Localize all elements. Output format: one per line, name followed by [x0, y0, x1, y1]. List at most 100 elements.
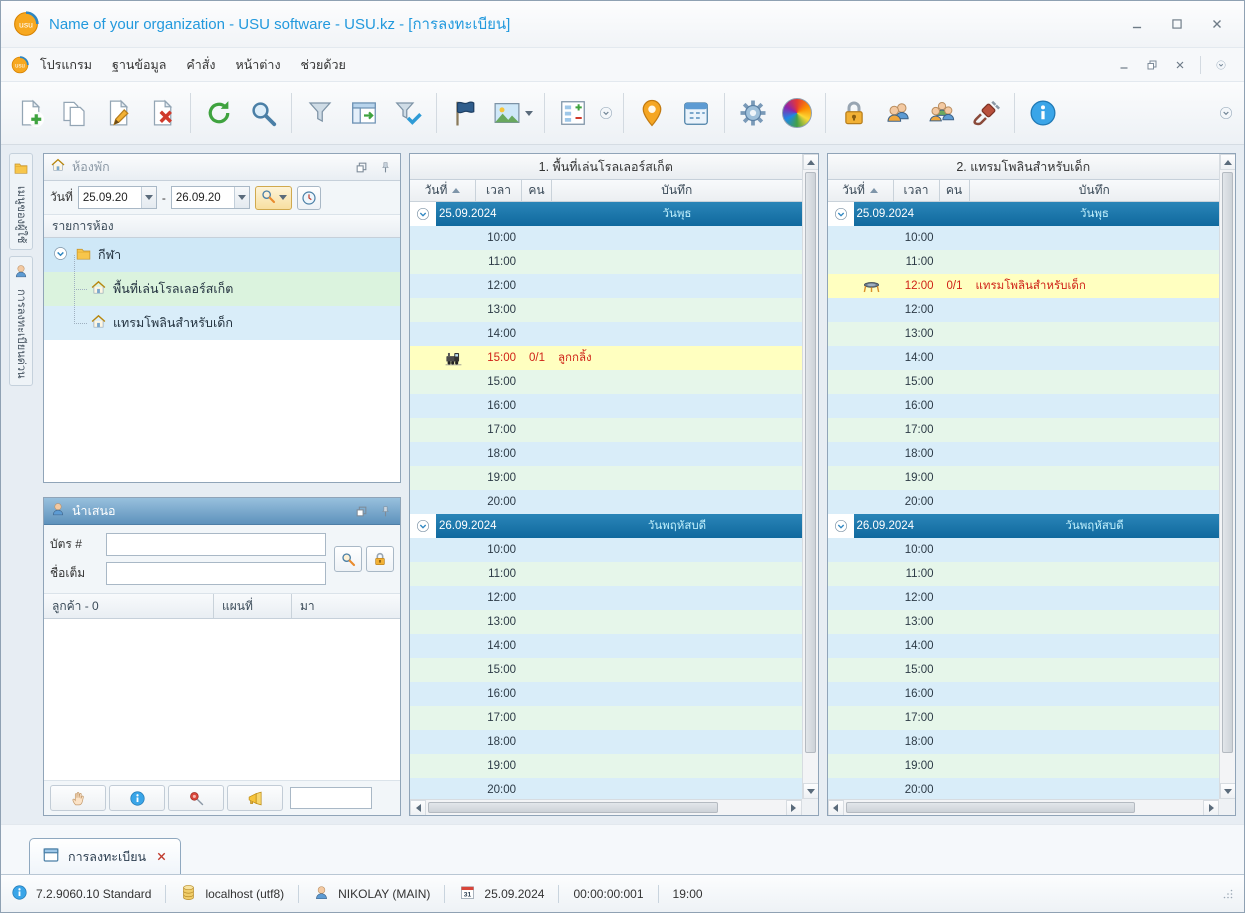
time-slot-row[interactable]: 18:00	[827, 730, 1219, 754]
scroll-up-button[interactable]	[1220, 154, 1236, 170]
calendar-button[interactable]	[675, 90, 717, 136]
delete-button[interactable]	[141, 90, 183, 136]
scroll-left-button[interactable]	[827, 800, 844, 815]
column-arrived[interactable]: มา	[292, 594, 400, 618]
tree-item-trampoline[interactable]: แทรมโพลินสำหรับเด็ก	[44, 289, 400, 340]
date-band-row[interactable]: 25.09.2024 วันพุธ	[410, 202, 802, 226]
booking-row[interactable]: 15:00 0/1 ลูกกลิ้ง	[410, 346, 802, 370]
toolbar-overflow-button[interactable]	[1216, 103, 1236, 123]
time-slot-row[interactable]: 17:00	[827, 418, 1219, 442]
search-button[interactable]	[242, 90, 284, 136]
time-slot-row[interactable]: 14:00	[827, 634, 1219, 658]
date-band-row[interactable]: 26.09.2024 วันพฤหัสบดี	[410, 514, 802, 538]
time-slot-row[interactable]: 16:00	[827, 682, 1219, 706]
time-slot-row[interactable]: 19:00	[410, 754, 802, 778]
dock-tab-quick-registration[interactable]: การลงทะเบียนด่วน	[9, 256, 33, 386]
filter-button[interactable]	[299, 90, 341, 136]
add-button[interactable]	[9, 90, 51, 136]
time-slot-row[interactable]: 16:00	[827, 394, 1219, 418]
time-slot-row[interactable]: 20:00	[827, 778, 1219, 799]
time-slot-row[interactable]: 18:00	[410, 730, 802, 754]
date-band-row[interactable]: 26.09.2024 วันพฤหัสบดี	[827, 514, 1219, 538]
mdi-restore-button[interactable]	[1139, 54, 1165, 76]
dock-tab-user-menu[interactable]: เมนูของผู้ใช้	[9, 153, 33, 251]
time-slot-row[interactable]: 10:00	[827, 226, 1219, 250]
tab-registration[interactable]: การลงทะเบียน	[29, 838, 182, 874]
time-slot-row[interactable]: 10:00	[410, 226, 802, 250]
scrollbar-thumb[interactable]	[1222, 172, 1233, 753]
refresh-button[interactable]	[198, 90, 240, 136]
combo-dropdown-button[interactable]	[233, 187, 249, 208]
booking-row[interactable]: 12:00 0/1 แทรมโพลินสำหรับเด็ก	[827, 274, 1219, 298]
collapse-day-button[interactable]	[410, 202, 436, 226]
info-button[interactable]	[109, 785, 165, 811]
time-slot-row[interactable]: 14:00	[827, 346, 1219, 370]
time-slot-row[interactable]: 10:00	[827, 538, 1219, 562]
counter-button[interactable]	[552, 90, 594, 136]
panel-pin-button[interactable]	[376, 158, 394, 176]
column-customers[interactable]: ลูกค้า - 0	[44, 594, 214, 618]
quick-entry-input[interactable]	[290, 787, 372, 809]
close-button[interactable]	[1202, 12, 1232, 36]
tab-close-icon[interactable]	[154, 850, 168, 864]
clock-button[interactable]	[296, 185, 321, 210]
time-slot-row[interactable]: 12:00	[827, 586, 1219, 610]
column-map[interactable]: แผนที่	[214, 594, 292, 618]
time-slot-row[interactable]: 18:00	[827, 442, 1219, 466]
image-button[interactable]	[488, 90, 537, 136]
horizontal-scrollbar[interactable]	[827, 799, 1219, 815]
time-slot-row[interactable]: 13:00	[410, 298, 802, 322]
combo-dropdown-button[interactable]	[140, 187, 156, 208]
time-slot-row[interactable]: 13:00	[827, 610, 1219, 634]
time-slot-row[interactable]: 20:00	[410, 778, 802, 799]
column-date[interactable]: วันที่	[410, 180, 476, 201]
column-note[interactable]: บันทึก	[552, 180, 802, 201]
panel-restore-button[interactable]	[352, 502, 370, 520]
column-note[interactable]: บันทึก	[970, 180, 1220, 201]
column-time[interactable]: เวลา	[894, 180, 940, 201]
time-slot-row[interactable]: 17:00	[827, 706, 1219, 730]
time-slot-row[interactable]: 11:00	[827, 562, 1219, 586]
mdi-close-button[interactable]	[1167, 54, 1193, 76]
scroll-up-button[interactable]	[802, 154, 818, 170]
time-slot-row[interactable]: 11:00	[410, 562, 802, 586]
maximize-button[interactable]	[1162, 12, 1192, 36]
visitor-lock-button[interactable]	[366, 546, 394, 572]
time-slot-row[interactable]: 19:00	[827, 754, 1219, 778]
scroll-left-button[interactable]	[410, 800, 426, 815]
resize-grip[interactable]	[1222, 888, 1234, 900]
scroll-down-button[interactable]	[802, 783, 818, 799]
time-slot-row[interactable]: 15:00	[827, 658, 1219, 682]
users2-button[interactable]	[877, 90, 919, 136]
colorwheel-button[interactable]	[776, 90, 818, 136]
location-button[interactable]	[631, 90, 673, 136]
menu-item-program[interactable]: โปรแกรม	[31, 50, 101, 80]
mdi-minimize-button[interactable]	[1111, 54, 1137, 76]
scrollbar-thumb[interactable]	[428, 802, 718, 813]
panel-restore-button[interactable]	[352, 158, 370, 176]
vertical-scrollbar[interactable]	[801, 154, 818, 799]
time-slot-row[interactable]: 16:00	[410, 394, 802, 418]
collapse-day-button[interactable]	[828, 514, 854, 538]
announce-button[interactable]	[227, 785, 283, 811]
minimize-button[interactable]	[1122, 12, 1152, 36]
horizontal-scrollbar[interactable]	[410, 799, 802, 815]
vertical-scrollbar[interactable]	[1219, 154, 1236, 799]
pin-marker-button[interactable]	[168, 785, 224, 811]
time-slot-row[interactable]: 14:00	[410, 634, 802, 658]
collapse-day-button[interactable]	[828, 202, 854, 226]
users3-button[interactable]	[921, 90, 963, 136]
visitor-search-button[interactable]	[334, 546, 362, 572]
menu-item-database[interactable]: ฐานข้อมูล	[103, 50, 175, 80]
column-time[interactable]: เวลา	[476, 180, 522, 201]
lock-button[interactable]	[833, 90, 875, 136]
time-slot-row[interactable]: 15:00	[827, 370, 1219, 394]
scroll-right-button[interactable]	[785, 800, 802, 815]
time-slot-row[interactable]: 20:00	[827, 490, 1219, 514]
time-slot-row[interactable]: 14:00	[410, 322, 802, 346]
filter-check-button[interactable]	[387, 90, 429, 136]
flag-button[interactable]	[444, 90, 486, 136]
time-slot-row[interactable]: 10:00	[410, 538, 802, 562]
scrollbar-thumb[interactable]	[845, 802, 1136, 813]
customer-list[interactable]	[44, 619, 400, 780]
